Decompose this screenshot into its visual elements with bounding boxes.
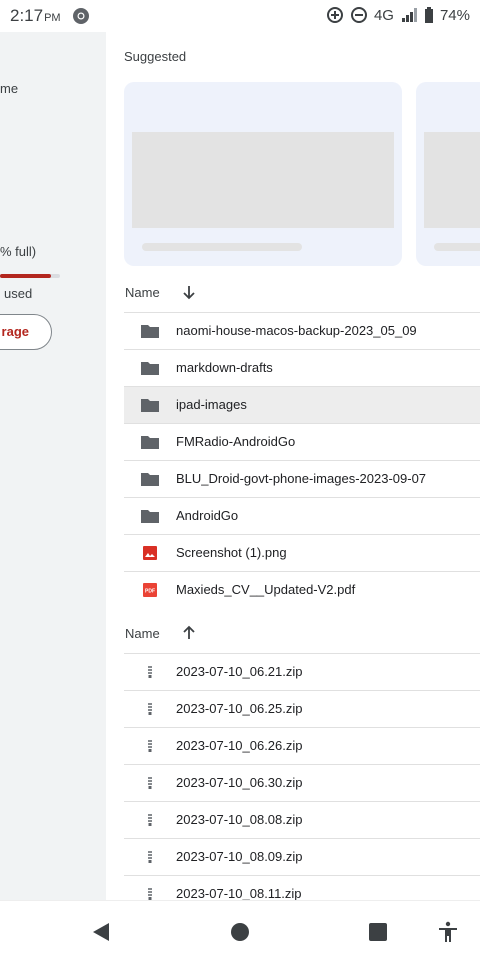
storage-quota-fill	[0, 274, 51, 278]
file-list-item-row[interactable]: 2023-07-10_06.30.zip	[124, 764, 480, 801]
file-list-item-name: 2023-07-10_08.09.zip	[176, 849, 303, 864]
pdf-file-icon: PDF	[140, 581, 160, 599]
folder-list-item-name: ipad-images	[176, 397, 247, 412]
folder-icon	[140, 433, 160, 451]
zip-file-icon	[140, 737, 160, 755]
folder-list-item-name: AndroidGo	[176, 508, 239, 523]
navigation-drawer: me % full) used rage	[0, 32, 106, 900]
system-navigation-bar	[0, 900, 480, 961]
folder-icon	[140, 507, 160, 525]
folder-list-item-name: naomi-house-macos-backup-2023_05_09	[176, 323, 417, 338]
card-title-placeholder	[142, 243, 302, 251]
folder-list-item-row[interactable]: FMRadio-AndroidGo	[124, 423, 480, 460]
folder-list-item-row[interactable]: PDF Maxieds_CV__Updated-V2.pdf	[124, 571, 480, 608]
zip-file-icon	[140, 663, 160, 681]
card-title-placeholder	[434, 243, 480, 251]
status-bar: 2:17PM 4G 74%	[0, 0, 480, 32]
battery-percent: 74%	[439, 6, 470, 24]
file-list-item-row[interactable]: 2023-07-10_08.08.zip	[124, 801, 480, 838]
zip-file-icon	[140, 774, 160, 792]
drawer-item-shared-with-me[interactable]: me	[0, 81, 18, 96]
folder-list-item-row[interactable]: markdown-drafts	[124, 349, 480, 386]
image-file-icon	[140, 544, 160, 562]
file-list-item-name: 2023-07-10_06.30.zip	[176, 775, 303, 790]
storage-used-text: used	[4, 286, 33, 301]
folder-icon	[140, 396, 160, 414]
file-list-item-name: 2023-07-10_08.11.zip	[176, 886, 302, 900]
file-list-pane: Suggested Name naomi-house-macos-backup-…	[106, 32, 480, 900]
network-type: 4G	[373, 6, 394, 24]
recents-icon[interactable]	[367, 921, 389, 943]
folder-list-item-row[interactable]: ipad-images	[124, 386, 480, 423]
storage-quota-bar	[0, 274, 60, 278]
card-thumbnail-placeholder	[132, 132, 394, 228]
file-list-item-row[interactable]: 2023-07-10_06.26.zip	[124, 727, 480, 764]
home-icon[interactable]	[229, 921, 251, 943]
file-list-item-name: 2023-07-10_08.08.zip	[176, 812, 303, 827]
data-saver-icon	[326, 7, 343, 23]
folder-list-item-row[interactable]: AndroidGo	[124, 497, 480, 534]
folder-list-item-row[interactable]: Screenshot (1).png	[124, 534, 480, 571]
get-more-storage-button[interactable]: rage	[0, 314, 52, 350]
battery-icon	[424, 7, 433, 23]
zip-file-icon	[140, 700, 160, 718]
folder-list-item-name: markdown-drafts	[176, 360, 273, 375]
folder-list-item-row[interactable]: BLU_Droid-govt-phone-images-2023-09-07	[124, 460, 480, 497]
storage-quota-text: % full)	[0, 244, 37, 259]
file-list-item-name: 2023-07-10_06.25.zip	[176, 701, 303, 716]
back-icon[interactable]	[90, 921, 112, 943]
file-list-item-row[interactable]: 2023-07-10_06.25.zip	[124, 690, 480, 727]
arrow-down-icon[interactable]	[180, 283, 198, 301]
zip-file-icon	[140, 885, 160, 900]
zip-file-icon	[140, 811, 160, 829]
storage-button-label: rage	[1, 324, 29, 339]
folder-list-item-name: Maxieds_CV__Updated-V2.pdf	[176, 582, 356, 597]
chrome-icon	[73, 8, 89, 24]
file-list-item-name: 2023-07-10_06.21.zip	[176, 664, 303, 679]
sort-header[interactable]: Name	[106, 275, 480, 311]
file-list-item-row[interactable]: 2023-07-10_08.11.zip	[124, 875, 480, 900]
folder-list-item-row[interactable]: naomi-house-macos-backup-2023_05_09	[124, 312, 480, 349]
suggested-card[interactable]	[416, 82, 480, 266]
file-list-item-name: 2023-07-10_06.26.zip	[176, 738, 303, 753]
status-time: 2:17PM	[10, 6, 61, 25]
folder-icon	[140, 359, 160, 377]
svg-text:PDF: PDF	[145, 589, 155, 595]
sort-label: Name	[125, 626, 160, 641]
sort-label: Name	[125, 285, 160, 300]
suggested-heading: Suggested	[124, 49, 187, 64]
folder-list-item-name: BLU_Droid-govt-phone-images-2023-09-07	[176, 471, 427, 486]
folder-list-item-name: Screenshot (1).png	[176, 545, 287, 560]
folder-icon	[140, 322, 160, 340]
accessibility-icon[interactable]	[437, 921, 459, 943]
dnd-icon	[350, 7, 367, 23]
file-list-item-row[interactable]: 2023-07-10_08.09.zip	[124, 838, 480, 875]
zip-file-icon	[140, 848, 160, 866]
card-thumbnail-placeholder	[424, 132, 480, 228]
file-list-item-row[interactable]: 2023-07-10_06.21.zip	[124, 653, 480, 690]
folder-list-item-name: FMRadio-AndroidGo	[176, 434, 296, 449]
arrow-up-icon[interactable]	[180, 624, 198, 642]
suggested-card[interactable]	[124, 82, 402, 266]
folder-icon	[140, 470, 160, 488]
sort-header[interactable]: Name	[106, 616, 480, 652]
signal-icon	[401, 8, 417, 22]
